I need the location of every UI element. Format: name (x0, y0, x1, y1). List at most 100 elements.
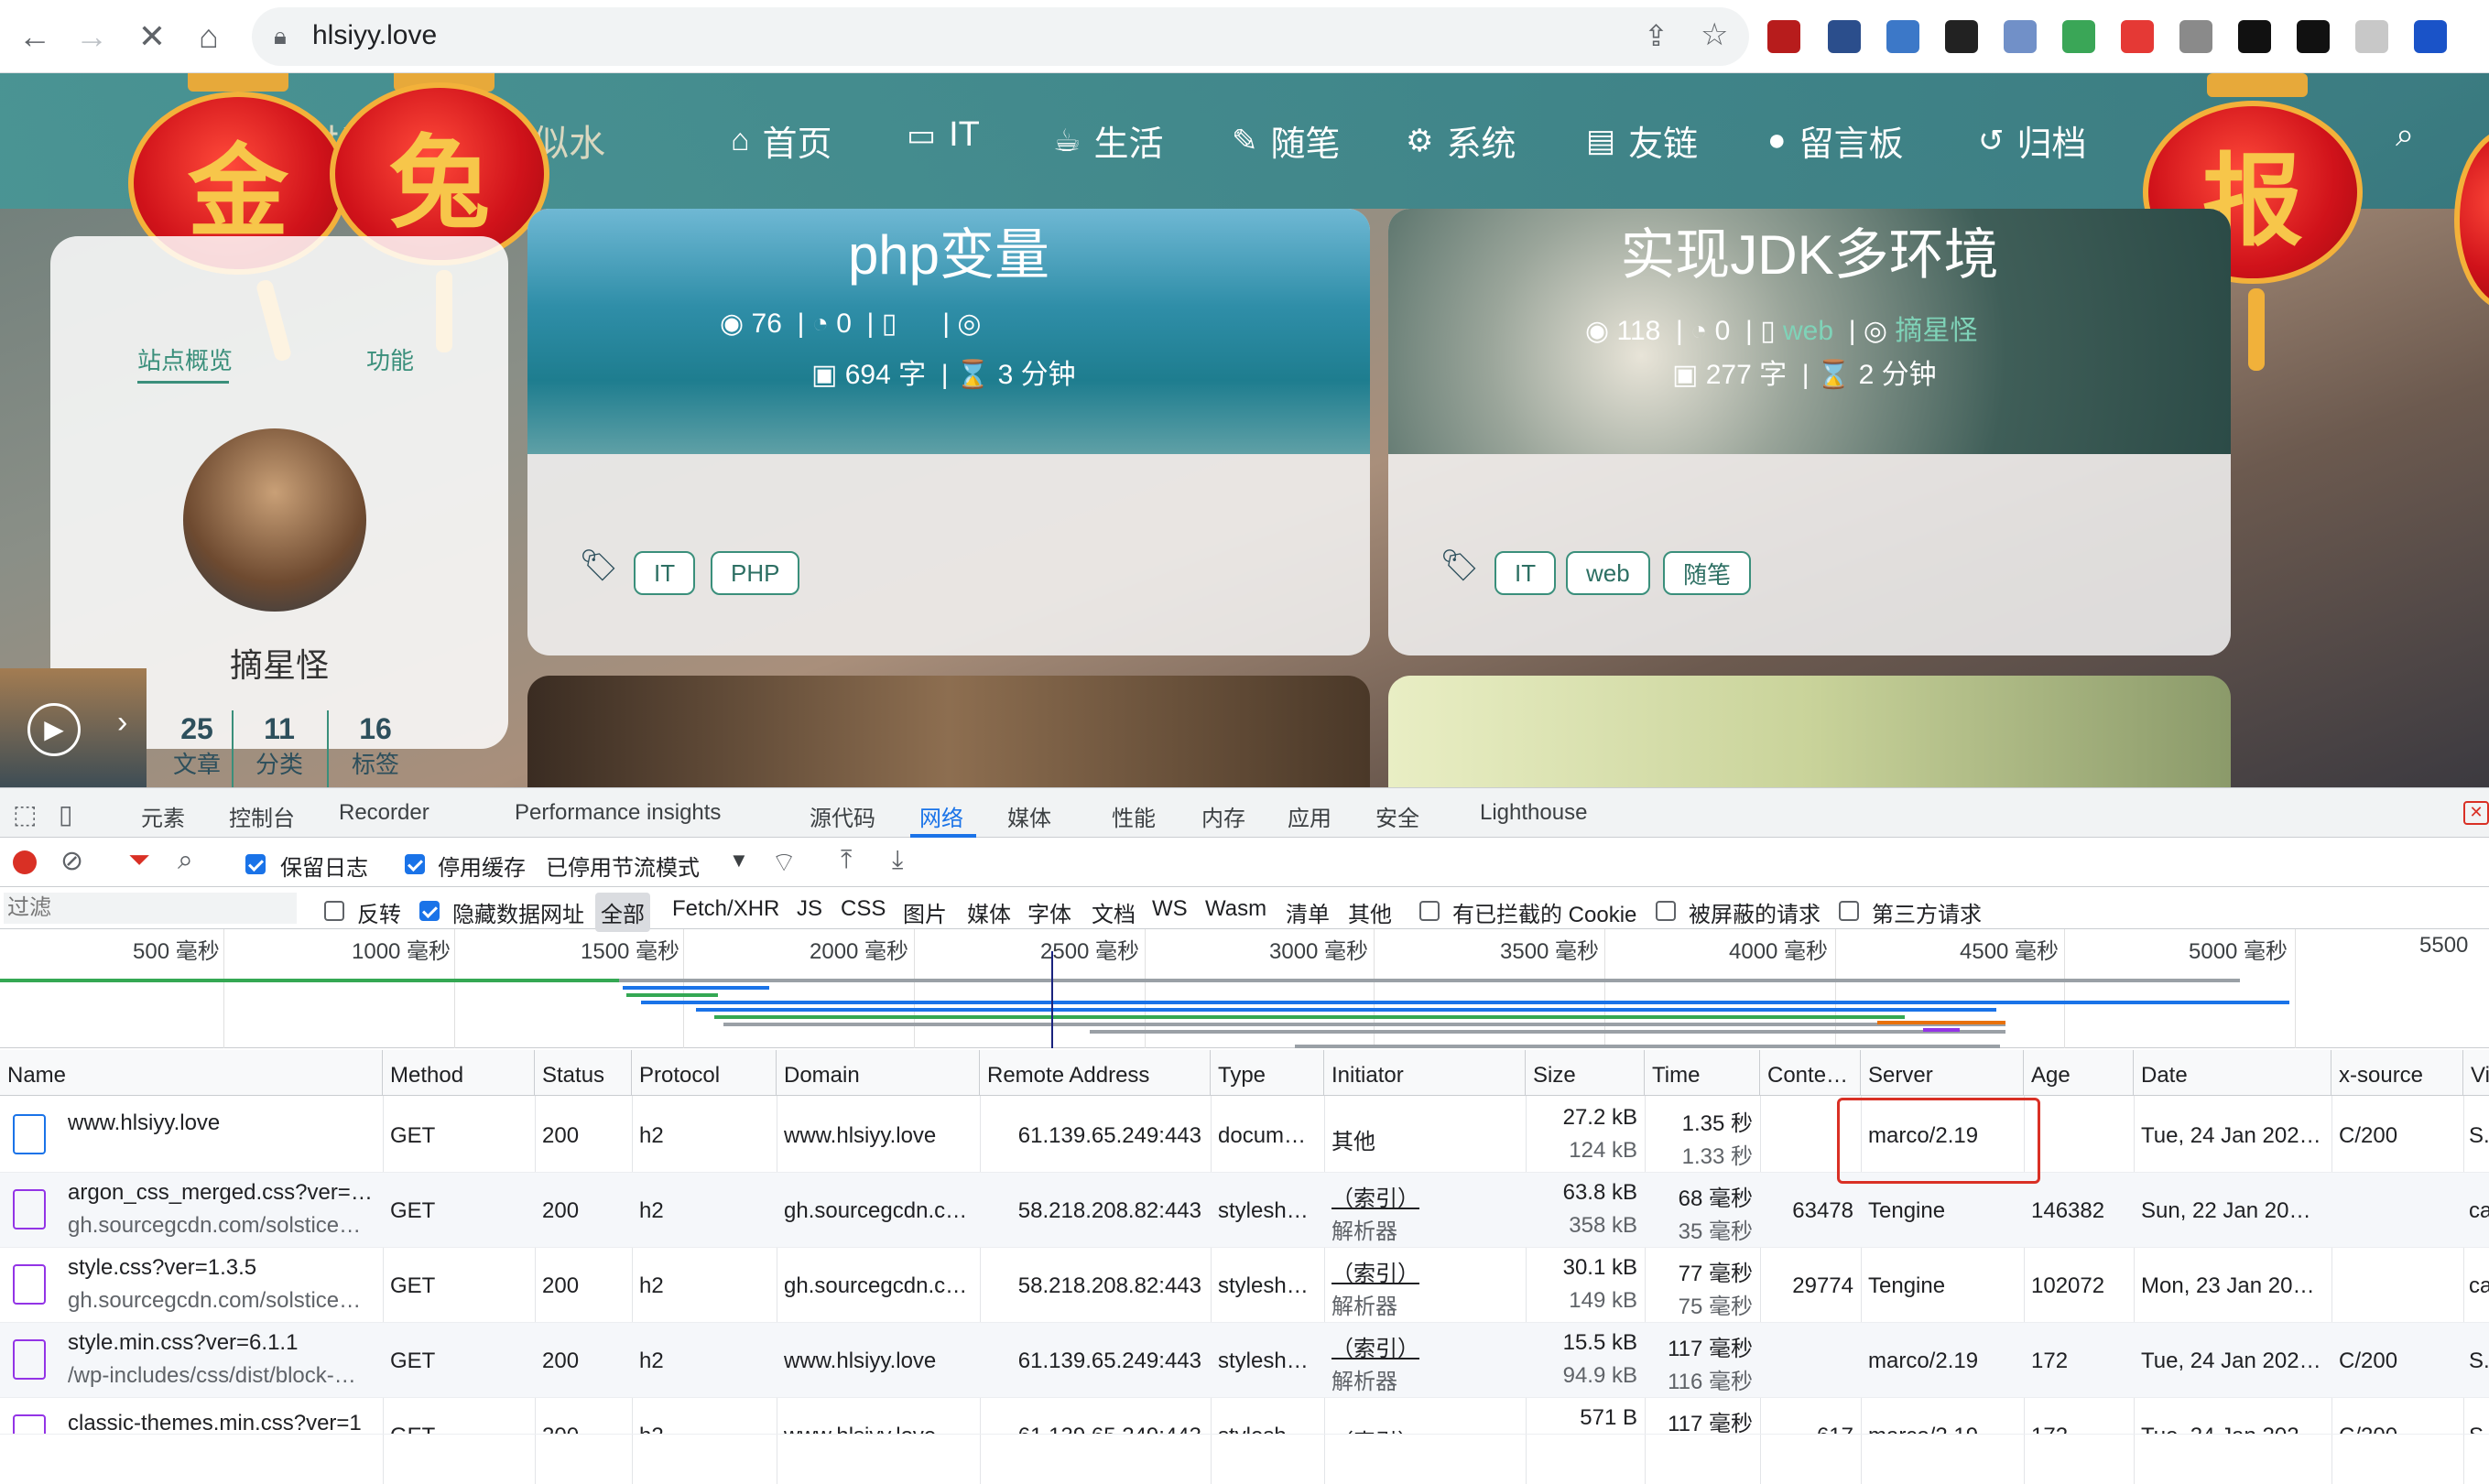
extension-icon[interactable] (2355, 20, 2388, 53)
request-name[interactable]: classic-themes.min.css?ver=1 (68, 1411, 375, 1434)
tab-lighthouse[interactable]: Lighthouse (1480, 800, 1587, 826)
extension-icon[interactable] (2062, 20, 2095, 53)
filter-type-fetch[interactable]: Fetch/XHR (672, 896, 779, 922)
home-icon[interactable]: ⌂ (185, 13, 233, 60)
col-protocol[interactable]: Protocol (632, 1050, 777, 1096)
tab-console[interactable]: 控制台 (229, 800, 295, 832)
category-link[interactable]: web (1783, 316, 1833, 346)
nav-system[interactable]: ⚙ 系统 (1406, 115, 1516, 166)
back-icon[interactable]: ← (11, 13, 59, 60)
extension-icon[interactable] (1945, 20, 1978, 53)
tab-site-overview[interactable]: 站点概览 (137, 342, 233, 376)
filter-type-doc[interactable]: 文档 (1092, 896, 1136, 928)
filter-type-manifest[interactable]: 清单 (1286, 896, 1330, 928)
col-age[interactable]: Age (2024, 1050, 2134, 1096)
nav-life[interactable]: ☕ 生活 (1053, 115, 1164, 166)
chevron-right-icon[interactable]: › (117, 705, 127, 741)
preserve-log-checkbox[interactable] (245, 850, 266, 876)
tab-media[interactable]: 媒体 (1007, 800, 1051, 832)
table-row[interactable]: www.hlsiyy.love GET 200 h2 www.hlsiyy.love 61… (0, 1098, 2489, 1173)
tab-application[interactable]: 应用 (1288, 800, 1331, 832)
col-remote-address[interactable]: Remote Address (980, 1050, 1211, 1096)
post-card[interactable] (1388, 676, 2231, 787)
search-icon[interactable]: ⌕ (178, 845, 193, 876)
nav-archive[interactable]: ↺ 归档 (1978, 115, 2087, 166)
nav-guestbook[interactable]: ● 留言板 (1767, 115, 1904, 166)
chevron-down-icon[interactable]: ▼ (729, 849, 749, 872)
extension-icon[interactable] (2238, 20, 2271, 53)
tag-chip[interactable]: web (1566, 551, 1650, 595)
stat-tags[interactable]: 16 标签 (330, 712, 421, 780)
disable-cache-checkbox[interactable] (405, 850, 425, 876)
author-link[interactable]: 摘星怪 (1895, 316, 1977, 346)
cell-initiator[interactable]: （索引） (1331, 1424, 1419, 1434)
share-icon[interactable]: ⇪ (1644, 18, 1668, 53)
cell-initiator[interactable]: （索引） (1331, 1255, 1419, 1287)
extension-icon[interactable] (1828, 20, 1861, 53)
col-name[interactable]: Name (0, 1050, 383, 1096)
col-method[interactable]: Method (383, 1050, 535, 1096)
lock-icon[interactable]: 🔒︎ (274, 22, 287, 51)
col-content-length[interactable]: Conte… (1760, 1050, 1861, 1096)
request-name[interactable]: style.css?ver=1.3.5 (68, 1255, 375, 1281)
table-row[interactable]: classic-themes.min.css?ver=1 GET 200 h2 www.… (0, 1398, 2489, 1435)
cell-initiator[interactable]: （索引） (1331, 1330, 1419, 1362)
extension-icon[interactable] (1767, 20, 1800, 53)
search-icon[interactable]: ⌕ (2396, 115, 2414, 155)
col-status[interactable]: Status (535, 1050, 632, 1096)
col-date[interactable]: Date (2134, 1050, 2331, 1096)
filter-type-other[interactable]: 其他 (1348, 896, 1392, 928)
post-title[interactable]: php变量 (527, 211, 1370, 290)
col-domain[interactable]: Domain (777, 1050, 980, 1096)
tab-elements[interactable]: 元素 (141, 800, 185, 832)
stop-loading-icon[interactable]: ✕ (128, 13, 176, 60)
error-badge-icon[interactable]: ✕ (2463, 801, 2489, 825)
extension-icon[interactable] (2121, 20, 2154, 53)
blocked-cookies-checkbox[interactable] (1419, 897, 1440, 923)
filter-type-ws[interactable]: WS (1152, 896, 1188, 922)
tab-recorder[interactable]: Recorder (339, 800, 429, 826)
extension-icon[interactable] (2004, 20, 2037, 53)
stat-categories[interactable]: 11 分类 (234, 712, 325, 780)
stat-articles[interactable]: 25 文章 (151, 712, 243, 780)
tab-sources[interactable]: 源代码 (810, 800, 875, 832)
nav-links[interactable]: ▤ 友链 (1586, 115, 1698, 166)
post-card[interactable]: 实现JDK多环境 ◉ 118 | ◔ 0 | ▯ web | ◎ 摘星怪 ▣ 2… (1388, 209, 2231, 655)
play-icon[interactable]: ▶ (27, 703, 81, 756)
col-time[interactable]: Time (1645, 1050, 1760, 1096)
post-card[interactable]: php变量 ◉ 76 | ◔ 0 | ▯ | ◎ ▣ 694 字 | ⌛ 3 分… (527, 209, 1370, 655)
record-icon[interactable] (13, 850, 37, 874)
tab-memory[interactable]: 内存 (1201, 800, 1245, 832)
nav-notes[interactable]: ✎ 随笔 (1232, 115, 1341, 166)
upload-har-icon[interactable]: ⤒ (841, 845, 852, 875)
tab-features[interactable]: 功能 (366, 342, 414, 376)
filter-type-font[interactable]: 字体 (1027, 896, 1071, 928)
tag-chip[interactable]: PHP (711, 551, 800, 595)
cell-initiator[interactable]: （索引） (1331, 1180, 1419, 1212)
tag-chip[interactable]: IT (1494, 551, 1557, 595)
tab-performance-insights[interactable]: Performance insights (515, 800, 721, 826)
bookmark-star-icon[interactable]: ☆ (1701, 16, 1728, 53)
network-overview-timeline[interactable]: 500 毫秒 1000 毫秒 1500 毫秒 2000 毫秒 2500 毫秒 3… (0, 929, 2489, 1048)
filter-type-wasm[interactable]: Wasm (1205, 896, 1266, 922)
tab-security[interactable]: 安全 (1375, 800, 1419, 832)
post-title[interactable]: 实现JDK多环境 (1388, 211, 2231, 290)
avatar[interactable] (183, 428, 366, 612)
hide-data-urls-checkbox[interactable] (419, 897, 440, 923)
filter-icon[interactable]: ⏷ (128, 845, 150, 876)
col-size[interactable]: Size (1526, 1050, 1645, 1096)
table-row[interactable]: style.min.css?ver=6.1.1/wp-includes/css/… (0, 1323, 2489, 1398)
inspect-icon[interactable]: ⬚ (13, 799, 37, 829)
request-name[interactable]: www.hlsiyy.love (68, 1110, 375, 1136)
third-party-checkbox[interactable] (1839, 897, 1859, 923)
post-card[interactable] (527, 676, 1370, 787)
extension-icon[interactable] (2414, 20, 2447, 53)
throttle-select[interactable]: 已停用节流模式 (546, 850, 700, 882)
blocked-requests-checkbox[interactable] (1656, 897, 1676, 923)
col-initiator[interactable]: Initiator (1324, 1050, 1526, 1096)
extension-icon[interactable] (1886, 20, 1919, 53)
col-via[interactable]: Via (2463, 1050, 2489, 1096)
device-toolbar-icon[interactable]: ▯ (59, 799, 72, 829)
clear-icon[interactable]: ⊘ (60, 845, 83, 877)
tag-chip[interactable]: 随笔 (1663, 551, 1752, 595)
